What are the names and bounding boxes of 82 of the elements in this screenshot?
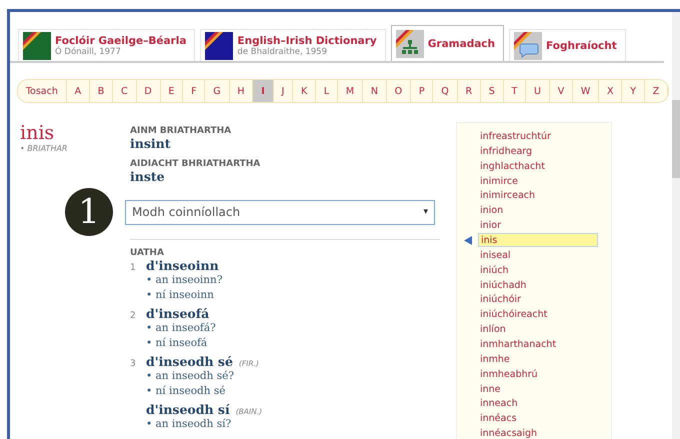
letter-link[interactable]: C (113, 80, 137, 102)
letter-link[interactable]: Tosach (18, 80, 67, 102)
letter-link[interactable]: Y (622, 80, 645, 102)
form-variant: • ní inseofá (146, 336, 208, 351)
letter-link[interactable]: N (362, 80, 387, 102)
letter-link[interactable]: G (205, 80, 230, 102)
form-variant: • an inseoinn? (146, 273, 224, 288)
letter-link[interactable]: K (293, 80, 316, 102)
word-link[interactable]: iniseal (478, 248, 511, 262)
word-link[interactable]: infreastruchtúr (478, 129, 551, 144)
letter-link[interactable]: W (573, 80, 600, 102)
dictionary-tab[interactable]: Gramadach (390, 25, 504, 61)
word-link[interactable]: iniúchóireacht (478, 308, 548, 322)
letter-link[interactable]: A (66, 80, 90, 102)
word-link[interactable]: inmheabhrú (478, 367, 538, 382)
word-link[interactable]: inne (478, 382, 501, 396)
word-link[interactable]: innéacsaigh (478, 426, 538, 439)
word-link[interactable]: inis (478, 233, 598, 248)
word-link[interactable]: inghlacthacht (478, 159, 545, 174)
word-link[interactable]: iniúch (478, 263, 509, 278)
scrollbar[interactable] (672, 12, 680, 439)
tab-subtitle: Ó Dónaill, 1977 (55, 46, 121, 56)
flag-icon (23, 32, 51, 60)
form-variant: • ní inseoinn (146, 288, 215, 303)
form-number: 1 (130, 263, 137, 273)
word-link[interactable]: iniúchadh (478, 278, 526, 292)
form-variant: • ní inseodh sé (146, 384, 226, 399)
verb-form: d'inseodh sé (146, 354, 233, 369)
word-link[interactable]: inmharthanacht (478, 337, 556, 352)
letter-link[interactable]: O (386, 80, 411, 102)
verb-form: d'inseoinn (146, 258, 219, 273)
section-label: AINM BRIATHARTHA (130, 126, 232, 136)
letter-link[interactable]: F (183, 80, 206, 102)
letter-link[interactable]: L (316, 80, 338, 102)
mood-dropdown[interactable]: Modh coinníollach ▾ (125, 200, 435, 224)
section-value: insint (130, 136, 172, 151)
letter-link[interactable]: P (410, 80, 434, 102)
pointer-icon (464, 236, 472, 245)
letter-link[interactable]: I (253, 80, 274, 102)
form-variant: • an inseodh sí? (146, 417, 232, 432)
word-link[interactable]: inmhe (478, 352, 510, 366)
callout-number: 1 (65, 188, 113, 236)
form-variant: • an inseodh sé? (146, 369, 235, 384)
headword: inis (20, 122, 56, 144)
speech-bubble-icon (514, 32, 542, 60)
verb-form: d'inseofá (146, 306, 210, 321)
letter-link[interactable]: R (458, 80, 481, 102)
word-link[interactable]: innéacs (478, 412, 517, 426)
flag-icon (205, 32, 234, 60)
letter-link[interactable]: Z (644, 80, 668, 102)
tab-subtitle: de Bhaldraithe, 1959 (237, 46, 328, 56)
word-link[interactable]: inior (478, 218, 502, 233)
hierarchy-icon (396, 30, 424, 58)
letter-link[interactable]: U (526, 80, 550, 102)
dictionary-tab[interactable]: English–Irish Dictionary de Bhaldraithe, 1959 (200, 29, 386, 61)
dictionary-tab[interactable]: Foghraíocht (509, 29, 626, 61)
section-label: AIDIACHT BHRIATHARTHA (130, 159, 262, 169)
letter-link[interactable]: M (338, 80, 363, 102)
letter-link[interactable]: S (480, 80, 504, 102)
letter-link[interactable]: T (504, 80, 526, 102)
word-link[interactable]: infridhearg (478, 144, 532, 158)
word-link[interactable]: iniúchóir (478, 292, 521, 307)
letter-link[interactable]: E (160, 80, 184, 102)
letter-link[interactable]: V (550, 80, 574, 102)
word-link[interactable]: inimirceach (478, 188, 536, 203)
section-label: UATHA (130, 248, 165, 258)
letter-link[interactable]: Q (433, 80, 458, 102)
form-number: 2 (130, 311, 137, 321)
form-variant: • an inseofá? (146, 321, 217, 336)
part-of-speech: • BRIATHAR (20, 144, 68, 153)
letter-link[interactable]: D (136, 80, 161, 102)
letter-link[interactable]: B (90, 80, 114, 102)
section-value: inste (130, 169, 166, 184)
word-link[interactable]: inimirce (478, 174, 518, 188)
word-link[interactable]: inion (478, 204, 504, 218)
word-link[interactable]: inlíon (478, 322, 506, 337)
verb-form: d'inseodh sí (146, 402, 230, 417)
letter-link[interactable]: X (599, 80, 622, 102)
letter-link[interactable]: J (274, 80, 294, 102)
form-number: 3 (130, 359, 137, 369)
dictionary-tab[interactable]: Foclóir Gaeilge–Béarla Ó Dónaill, 1977 (18, 29, 196, 61)
word-link[interactable]: inneach (478, 396, 518, 411)
